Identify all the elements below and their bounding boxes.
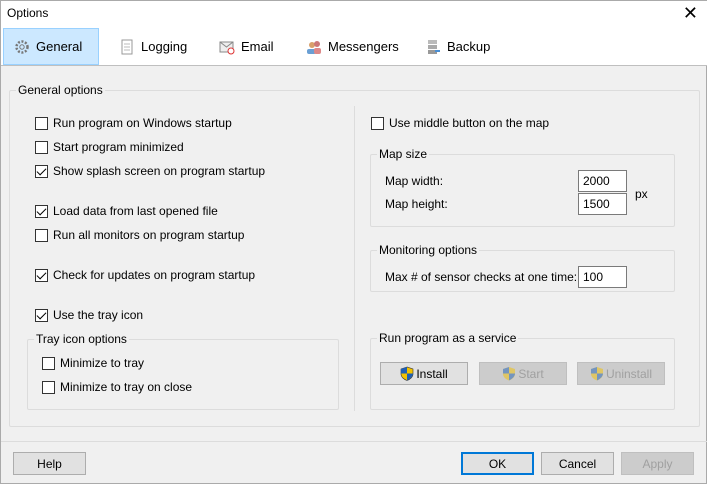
tab-label: General: [36, 39, 83, 54]
shield-icon: [503, 367, 516, 381]
uninstall-button[interactable]: Uninstall: [577, 362, 665, 385]
start-minimized-checkbox[interactable]: Start program minimized: [35, 140, 184, 154]
button-label: Help: [37, 456, 62, 471]
checkbox-label: Run program on Windows startup: [53, 116, 232, 130]
document-icon: [121, 39, 133, 54]
button-label: OK: [488, 456, 507, 471]
run-monitors-checkbox[interactable]: Run all monitors on program startup: [35, 228, 244, 242]
tab-label: Logging: [141, 39, 188, 54]
users-icon: [307, 40, 321, 54]
map-width-label: Map width:: [385, 174, 444, 188]
checkbox[interactable]: [35, 116, 48, 130]
checkbox[interactable]: [42, 380, 55, 394]
server-icon: [428, 39, 440, 54]
middle-button-checkbox[interactable]: Use middle button on the map: [371, 116, 549, 130]
minimize-on-close-checkbox[interactable]: Minimize to tray on close: [42, 380, 192, 394]
splash-screen-checkbox[interactable]: Show splash screen on program startup: [35, 164, 265, 178]
checkbox-label: Use middle button on the map: [389, 116, 550, 130]
group-label: Run program as a service: [377, 331, 519, 345]
checkbox[interactable]: [35, 268, 48, 282]
minimize-to-tray-checkbox[interactable]: Minimize to tray: [42, 356, 144, 370]
check-updates-checkbox[interactable]: Check for updates on program startup: [35, 268, 255, 282]
tab-logging[interactable]: Logging: [109, 28, 197, 65]
help-button[interactable]: Help: [13, 452, 86, 475]
gear-icon: [15, 39, 29, 54]
button-label: Install: [416, 366, 448, 381]
tray-options-group: Tray icon options: [27, 332, 339, 410]
button-label: Apply: [642, 456, 673, 471]
checkbox[interactable]: [42, 356, 55, 370]
close-icon[interactable]: ✕: [683, 3, 698, 24]
tab-label: Email: [241, 39, 274, 54]
group-label: Monitoring options: [377, 243, 480, 257]
checkbox-label: Check for updates on program startup: [53, 268, 256, 282]
checkbox[interactable]: [371, 116, 384, 130]
tab-backup[interactable]: Backup: [415, 28, 500, 65]
checkbox-label: Load data from last opened file: [53, 204, 218, 218]
tray-icon-checkbox[interactable]: Use the tray icon: [35, 308, 143, 322]
checkbox-label: Show splash screen on program startup: [53, 164, 266, 178]
divider: [354, 106, 355, 411]
px-unit-label: px: [635, 187, 648, 201]
footer-divider: [1, 441, 707, 442]
load-last-file-checkbox[interactable]: Load data from last opened file: [35, 204, 218, 218]
title-bar: Options ✕: [1, 1, 707, 27]
checkbox[interactable]: [35, 164, 48, 178]
checkbox-label: Run all monitors on program startup: [53, 228, 245, 242]
button-label: Start: [518, 366, 544, 381]
button-label: Uninstall: [605, 366, 653, 381]
tab-email[interactable]: Email: [209, 28, 284, 65]
map-height-input[interactable]: [578, 193, 627, 215]
checkbox[interactable]: [35, 308, 48, 322]
checkbox-label: Minimize to tray on close: [60, 380, 193, 394]
tab-general[interactable]: General: [3, 28, 99, 65]
map-height-label: Map height:: [385, 197, 448, 211]
max-checks-input[interactable]: [578, 266, 627, 288]
button-label: Cancel: [558, 456, 597, 471]
group-label: Tray icon options: [34, 332, 129, 346]
run-on-startup-checkbox[interactable]: Run program on Windows startup: [35, 116, 232, 130]
map-size-group: Map size: [370, 147, 675, 227]
window-title: Options: [7, 6, 49, 20]
tab-strip: General Logging Email Messengers Backup: [1, 27, 707, 66]
tab-messengers[interactable]: Messengers: [296, 28, 409, 65]
max-checks-label: Max # of sensor checks at one time:: [385, 270, 578, 284]
install-button[interactable]: Install: [380, 362, 468, 385]
group-label: Map size: [377, 147, 430, 161]
checkbox-label: Minimize to tray: [60, 356, 145, 370]
shield-icon: [590, 367, 603, 381]
checkbox-label: Start program minimized: [53, 140, 184, 154]
ok-button[interactable]: OK: [461, 452, 534, 475]
checkbox[interactable]: [35, 228, 48, 242]
tab-label: Backup: [447, 39, 491, 54]
checkbox[interactable]: [35, 140, 48, 154]
cancel-button[interactable]: Cancel: [541, 452, 614, 475]
apply-button[interactable]: Apply: [621, 452, 694, 475]
tab-label: Messengers: [328, 39, 399, 54]
map-width-input[interactable]: [578, 170, 627, 192]
group-label: General options: [16, 83, 105, 97]
checkbox[interactable]: [35, 204, 48, 218]
checkbox-label: Use the tray icon: [53, 308, 144, 322]
shield-icon: [401, 366, 414, 381]
email-icon: [219, 41, 235, 54]
start-button[interactable]: Start: [479, 362, 567, 385]
